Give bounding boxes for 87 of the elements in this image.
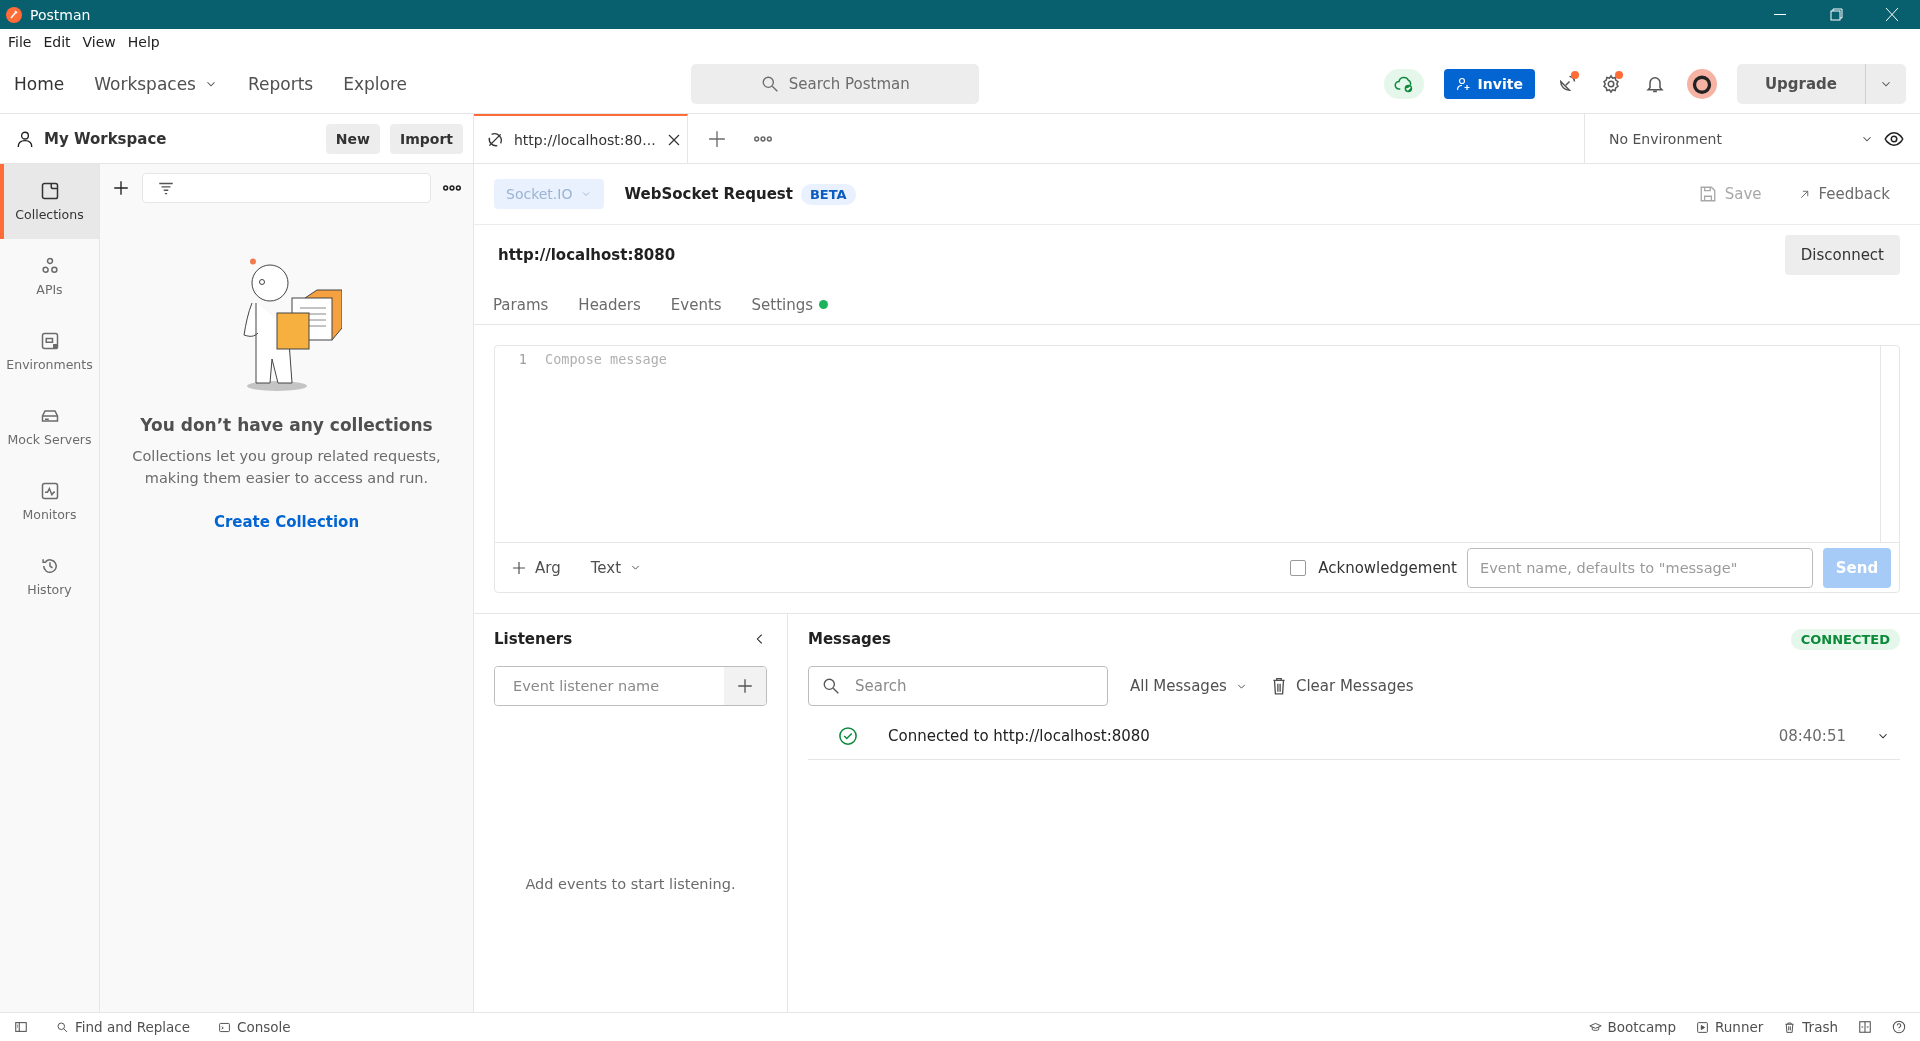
avatar[interactable] [1686, 69, 1717, 99]
url-text: http://localhost:8080 [498, 246, 677, 264]
history-icon [39, 556, 60, 576]
listeners-empty-text: Add events to start listening. [524, 875, 737, 892]
folder-icon [39, 181, 60, 201]
help-icon [1892, 1020, 1906, 1034]
nav-link[interactable]: Explore [343, 74, 407, 94]
beta-badge: BETA [800, 183, 856, 205]
acknowledgement-label: Acknowledgement [1318, 558, 1457, 577]
status-bar-button[interactable]: Find and Replace [56, 1019, 191, 1035]
empty-state-text: Collections let you group related requests, making them easier to access and run. [131, 447, 442, 488]
menu-item[interactable]: Edit [39, 32, 75, 52]
graduation-cap-icon [1588, 1020, 1602, 1034]
sidebar-item[interactable]: Environments [0, 314, 99, 389]
add-arg-button[interactable]: Arg [511, 558, 561, 577]
request-subtab[interactable]: Headers [578, 285, 641, 324]
plus-icon [708, 129, 726, 148]
acknowledgement-checkbox[interactable] [1290, 559, 1307, 576]
search-field[interactable]: Search Postman [691, 64, 980, 104]
event-listener-field[interactable]: Event listener name [494, 666, 767, 706]
sidebar-item[interactable]: Collections [0, 164, 99, 239]
trash-icon [1783, 1020, 1797, 1034]
status-bar-button[interactable]: Bootcamp [1588, 1019, 1676, 1035]
message-search-field[interactable]: Search [808, 666, 1108, 706]
request-title: WebSocket Request [624, 185, 793, 203]
status-bar-button[interactable]: Trash [1783, 1019, 1838, 1035]
sidebar-item[interactable]: APIs [0, 239, 99, 314]
clear-messages-button[interactable]: Clear Messages [1269, 677, 1414, 695]
more-icon [754, 135, 772, 142]
messages-title: Messages [808, 630, 891, 648]
plus-icon [736, 677, 754, 695]
sidebar-item[interactable]: History [0, 539, 99, 614]
message-time: 08:40:51 [1778, 726, 1846, 745]
menu-item[interactable]: Help [123, 32, 164, 52]
line-number: 1 [517, 351, 528, 369]
request-subtab[interactable]: Settings [751, 285, 829, 324]
environment-dropdown[interactable]: No Environment [1609, 114, 1874, 163]
sidebar-item[interactable]: Mock Servers [0, 389, 99, 464]
feedback-button[interactable]: Feedback [1787, 185, 1900, 203]
circles-icon [39, 256, 60, 276]
sidebar-item[interactable]: Monitors [0, 464, 99, 539]
check-circle-icon [838, 725, 858, 746]
add-user-icon [1455, 76, 1472, 92]
listeners-title: Listeners [494, 630, 573, 648]
status-bar-button[interactable]: Runner [1696, 1019, 1764, 1035]
create-collection-link[interactable]: Create Collection [213, 513, 360, 531]
empty-state-heading: You don’t have any collections [140, 415, 433, 435]
disconnect-button[interactable]: Disconnect [1784, 235, 1900, 275]
sidebar-toggle-icon [14, 1020, 28, 1034]
event-name-field[interactable]: Event name, defaults to "message" [1467, 547, 1813, 588]
sync-status-button[interactable] [1383, 69, 1424, 99]
request-subtab[interactable]: Params [493, 285, 549, 324]
new-button[interactable]: New [325, 123, 380, 154]
user-icon [16, 129, 34, 148]
console-icon [218, 1020, 232, 1034]
nav-link[interactable]: Workspaces [94, 74, 218, 94]
request-tab[interactable]: http://localhost:80... [474, 114, 688, 163]
connection-status: CONNECTED [1790, 628, 1900, 650]
more-icon [443, 185, 461, 191]
message-filter-dropdown[interactable]: All Messages [1130, 677, 1248, 695]
format-dropdown[interactable]: Text [590, 558, 643, 577]
workspace-title: My Workspace [44, 129, 168, 148]
cloud-check-icon [1393, 74, 1414, 94]
nav-link[interactable]: Home [14, 74, 65, 94]
bell-icon [1644, 74, 1665, 94]
window-title: Postman [30, 6, 92, 23]
plus-icon [112, 179, 130, 197]
settings-icon [1600, 74, 1621, 94]
two-pane-icon [1858, 1020, 1872, 1034]
app-logo-icon [6, 6, 22, 23]
menu-item[interactable]: View [78, 32, 120, 52]
import-button[interactable]: Import [389, 123, 463, 154]
play-icon [1696, 1020, 1709, 1034]
filter-field[interactable] [142, 173, 431, 203]
websocket-icon [486, 130, 504, 149]
save-icon [1698, 185, 1717, 203]
status-bar-button[interactable]: Console [218, 1019, 291, 1035]
nav-link[interactable]: Reports [248, 74, 314, 94]
search-icon [56, 1020, 69, 1034]
plus-icon [511, 559, 527, 576]
monitor-icon [39, 481, 60, 501]
search-icon [760, 75, 779, 93]
message-text: Connected to http://localhost:8080 [888, 726, 1151, 745]
invite-button[interactable]: Invite [1443, 69, 1535, 99]
request-subtab[interactable]: Events [670, 285, 722, 324]
menu-item[interactable]: File [4, 32, 36, 52]
environment-icon [39, 331, 60, 351]
